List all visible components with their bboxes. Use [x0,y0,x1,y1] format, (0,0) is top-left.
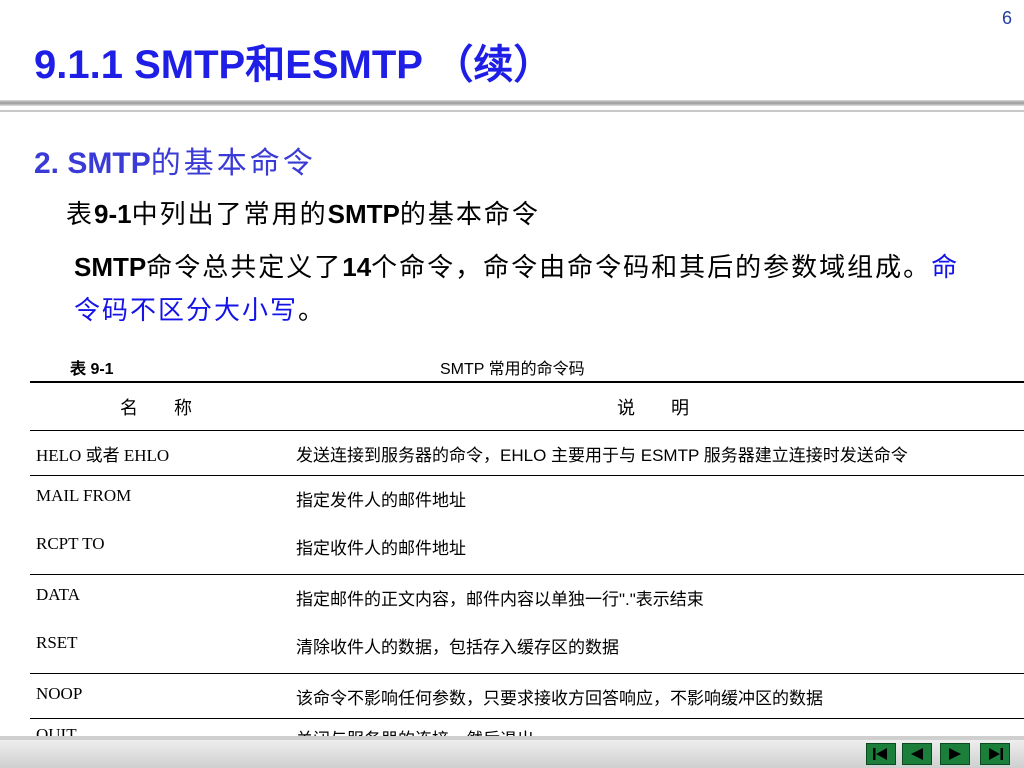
table-row: MAIL FROM 指定发件人的邮件地址 [30,476,1024,525]
cell-desc: 该命令不影响任何参数，只要求接收方回答响应，不影响缓冲区的数据 [282,673,1024,719]
previous-slide-button[interactable] [902,743,932,765]
last-slide-icon [989,748,1003,760]
table-row: RSET 清除收件人的数据，包括存入缓存区的数据 [30,623,1024,674]
section-smtp: SMTP [67,147,151,180]
para-smtp: SMTP [74,252,147,282]
first-slide-icon [873,748,887,760]
table-title: SMTP 常用的命令码 [440,361,585,378]
cell-desc: 指定邮件的正文内容，邮件内容以单独一行"."表示结束 [296,590,704,609]
table-header-row: 名 称 说 明 [30,381,1024,431]
intro-line: 表9-1中列出了常用的SMTP的基本命令 [66,194,540,231]
para-end: 。 [298,296,327,326]
section-number: 2. [34,147,60,180]
cell-desc: 清除收件人的数据，包括存入缓存区的数据 [282,623,1024,674]
para-text2: 个命令，命令由命令码和其后的参数域组成。 [371,253,932,283]
slide-title: 9.1.1 SMTP和ESMTP （续） [34,43,554,87]
table-row: NOOP 该命令不影响任何参数，只要求接收方回答响应，不影响缓冲区的数据 [30,673,1024,719]
cell-name: RCPT TO [30,524,282,575]
intro-middle: 中列出了常用的 [131,200,328,230]
intro-smtp: SMTP [327,199,400,229]
cell-desc: 指定收件人的邮件地址 [282,524,1024,575]
last-slide-button[interactable] [980,743,1010,765]
cell-name: DATA [36,585,80,604]
title-divider [0,100,1024,106]
intro-table-ref: 9-1 [94,199,132,229]
next-slide-button[interactable] [940,743,970,765]
command-table-figure: 表 9-1 SMTP 常用的命令码 名 称 说 明 HELO 或者 EHLO 发… [30,345,1024,763]
title-divider-thin [0,110,1024,112]
section-heading: 2. SMTP的基本命令 [34,138,316,182]
table-row: DATA 指定邮件的正文内容，邮件内容以单独一行"."表示结束 [30,575,1024,624]
cell-name: HELO 或者 EHLO [30,430,282,476]
para-count: 14 [342,252,372,282]
page-number: 6 [1001,8,1012,28]
table-caption: 表 9-1 SMTP 常用的命令码 [30,345,1024,381]
intro-prefix: 表 [66,200,95,230]
previous-slide-icon [911,748,923,760]
table-row: HELO 或者 EHLO 发送连接到服务器的命令，EHLO 主要用于与 ESMT… [30,430,1024,476]
cell-desc: 指定发件人的邮件地址 [296,491,466,510]
next-slide-icon [949,748,961,760]
para-text1: 命令总共定义了 [146,253,343,283]
intro-suffix: 的基本命令 [399,200,540,230]
table-number: 表 9-1 [70,361,114,378]
cell-name: RSET [30,623,282,674]
cell-desc: 发送连接到服务器的命令，EHLO 主要用于与 ESMTP 服务器建立连接时发送命… [282,430,1024,476]
header-name: 名 称 [30,381,282,431]
header-desc: 说 明 [282,381,1024,431]
description-paragraph: SMTP命令总共定义了14个命令，命令由命令码和其后的参数域组成。命令码不区分大… [74,246,974,332]
cell-name: NOOP [30,673,282,719]
table-row: RCPT TO 指定收件人的邮件地址 [30,524,1024,575]
first-slide-button[interactable] [866,743,896,765]
command-table: 名 称 说 明 HELO 或者 EHLO 发送连接到服务器的命令，EHLO 主要… [30,381,1024,763]
cell-name: MAIL FROM [36,486,132,505]
section-title-cn: 的基本命令 [150,146,316,181]
